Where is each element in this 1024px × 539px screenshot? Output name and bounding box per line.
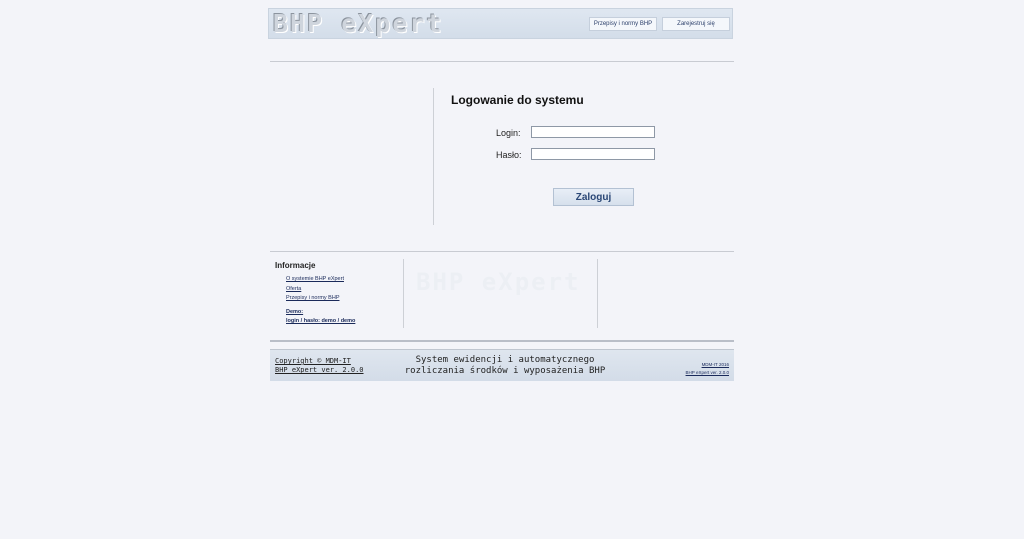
footer-right-link-2[interactable]: BHP eXpert ver. 2.0.0 xyxy=(686,370,729,375)
footer-description-line2: rozliczania środków i wyposażenia BHP xyxy=(404,366,606,376)
footer-bar: Copyright © MDM-IT BHP eXpert ver. 2.0.0… xyxy=(270,349,734,381)
content-divider xyxy=(270,251,734,252)
login-label: Login: xyxy=(496,128,521,138)
footer-description-line1: System ewidencji i automatycznego xyxy=(415,355,595,365)
link-regulations[interactable]: Przepisy i normy BHP xyxy=(286,295,340,301)
demo-credentials[interactable]: login / hasło: demo / demo xyxy=(286,318,355,324)
footer-version-link[interactable]: BHP eXpert ver. 2.0.0 xyxy=(275,366,364,374)
header-bar: BHP eXpert Przepisy i normy BHP Zarejest… xyxy=(268,8,733,39)
password-input[interactable] xyxy=(531,148,655,160)
login-button[interactable]: Zaloguj xyxy=(553,188,634,206)
password-label: Hasło: xyxy=(496,150,522,160)
info-heading: Informacje xyxy=(275,261,316,270)
footer-copyright-link[interactable]: Copyright © MDM-IT xyxy=(275,357,351,365)
nav-regulations-button[interactable]: Przepisy i normy BHP xyxy=(589,17,657,31)
info-divider-right xyxy=(597,259,598,328)
link-about-system[interactable]: O systemie BHP eXpert xyxy=(286,276,344,282)
login-input[interactable] xyxy=(531,126,655,138)
watermark-logo: BHP eXpert xyxy=(416,268,581,296)
link-offer[interactable]: Oferta xyxy=(286,286,301,292)
footer-divider xyxy=(270,340,734,342)
logo: BHP eXpert xyxy=(273,9,444,38)
footer-right-link-1[interactable]: MDM-IT 2016 xyxy=(702,362,729,367)
info-divider-left xyxy=(403,259,404,328)
login-title: Logowanie do systemu xyxy=(451,93,584,107)
nav-register-button[interactable]: Zarejestruj się xyxy=(662,17,730,31)
demo-label[interactable]: Demo: xyxy=(286,309,303,315)
login-panel-divider xyxy=(433,88,434,225)
header-divider xyxy=(270,61,734,62)
